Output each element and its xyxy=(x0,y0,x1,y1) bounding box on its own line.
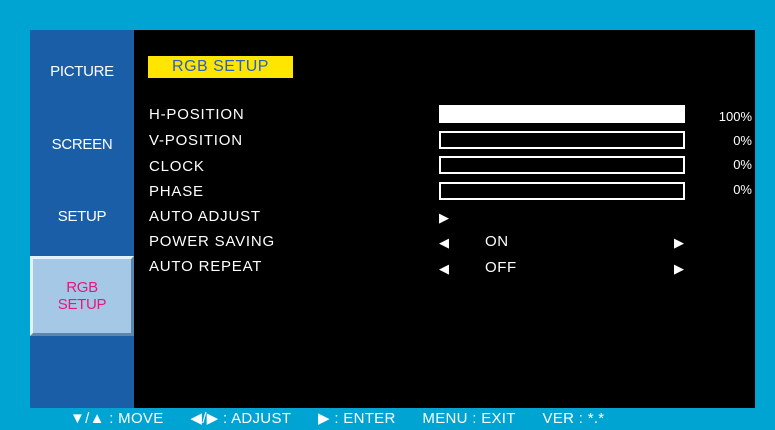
hint-adjust: ◀/▶ : ADJUST xyxy=(190,410,292,427)
right-triangle-icon[interactable]: ▶ xyxy=(674,262,684,275)
auto-repeat-label[interactable]: AUTO REPEAT xyxy=(149,258,262,275)
tab-rgb-setup-line1: RGB xyxy=(66,279,98,296)
tab-rgb-setup[interactable]: RGB SETUP xyxy=(30,256,134,336)
phase-value: 0% xyxy=(733,182,752,197)
clock-value: 0% xyxy=(733,157,752,172)
left-triangle-icon[interactable]: ◀ xyxy=(439,262,449,275)
clock-label[interactable]: CLOCK xyxy=(149,158,205,175)
tab-picture[interactable]: PICTURE xyxy=(30,63,134,80)
v-position-label[interactable]: V-POSITION xyxy=(149,132,243,149)
hint-move: ▼/▲ : MOVE xyxy=(70,410,164,427)
auto-repeat-value: OFF xyxy=(485,259,517,276)
hint-exit: MENU : EXIT xyxy=(422,410,516,427)
h-position-fill xyxy=(441,107,683,121)
tab-setup[interactable]: SETUP xyxy=(30,208,134,225)
v-position-slider[interactable] xyxy=(439,131,685,149)
menu-sidebar: PICTURE SCREEN SETUP RGB SETUP xyxy=(30,30,134,408)
h-position-label[interactable]: H-POSITION xyxy=(149,106,245,123)
menu-panel: RGB SETUP H-POSITION 100% V-POSITION 0% … xyxy=(134,30,755,408)
power-saving-label[interactable]: POWER SAVING xyxy=(149,233,275,250)
phase-label[interactable]: PHASE xyxy=(149,183,204,200)
hint-enter: ▶ : ENTER xyxy=(318,410,396,427)
hint-version: VER : *.* xyxy=(542,410,605,427)
tab-screen[interactable]: SCREEN xyxy=(30,136,134,153)
left-triangle-icon[interactable]: ◀ xyxy=(439,236,449,249)
right-triangle-icon[interactable]: ▶ xyxy=(674,236,684,249)
page-title: RGB SETUP xyxy=(148,56,293,78)
auto-adjust-label[interactable]: AUTO ADJUST xyxy=(149,208,261,225)
play-icon[interactable]: ▶ xyxy=(439,211,449,224)
tab-rgb-setup-line2: SETUP xyxy=(57,296,107,313)
h-position-slider[interactable] xyxy=(439,105,685,123)
clock-slider[interactable] xyxy=(439,156,685,174)
key-hint-bar: ▼/▲ : MOVE ◀/▶ : ADJUST ▶ : ENTER MENU :… xyxy=(70,409,604,427)
phase-slider[interactable] xyxy=(439,182,685,200)
v-position-value: 0% xyxy=(733,133,752,148)
h-position-value: 100% xyxy=(718,109,752,124)
power-saving-value: ON xyxy=(485,233,509,250)
